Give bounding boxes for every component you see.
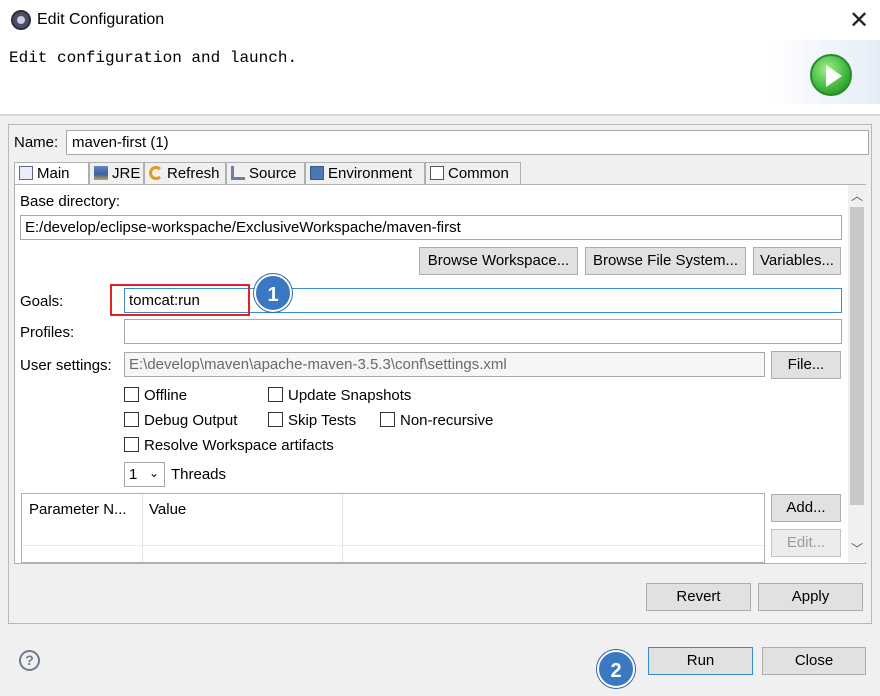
threads-label: Threads	[171, 466, 227, 483]
scroll-up-icon[interactable]: ︿	[848, 187, 866, 205]
common-icon	[430, 166, 444, 180]
debug-output-checkbox-label: Debug Output	[144, 412, 238, 429]
offline-checkbox-box[interactable]	[124, 387, 139, 402]
tab-environment-label: Environment	[328, 165, 413, 182]
browse-workspace-button[interactable]: Browse Workspace...	[419, 247, 578, 275]
parameters-table[interactable]: Parameter N... Value	[21, 493, 765, 563]
tab-source-label: Source	[249, 165, 297, 182]
debug-output-checkbox[interactable]: Debug Output	[124, 412, 237, 432]
table-row[interactable]	[22, 545, 764, 546]
revert-button[interactable]: Revert	[646, 583, 751, 611]
update-snapshots-checkbox-label: Update Snapshots	[288, 387, 412, 404]
tab-jre-label: JRE	[112, 165, 141, 182]
close-window-button[interactable]: ✕	[844, 5, 874, 35]
jre-icon	[94, 166, 108, 180]
refresh-icon	[149, 166, 163, 180]
skip-tests-checkbox-label: Skip Tests	[288, 412, 357, 429]
main-tab-icon	[19, 166, 33, 180]
parameter-name-header[interactable]: Parameter N...	[29, 501, 127, 518]
run-button[interactable]: Run	[648, 647, 753, 675]
window-title: Edit Configuration	[37, 11, 165, 28]
source-icon	[231, 166, 245, 180]
user-settings-label: User settings:	[20, 357, 112, 374]
file-button[interactable]: File...	[771, 351, 841, 379]
user-settings-input[interactable]: E:\develop\maven\apache-maven-3.5.3\conf…	[124, 352, 765, 377]
non-recursive-checkbox-label: Non-recursive	[400, 412, 494, 429]
add-parameter-button[interactable]: Add...	[771, 494, 841, 522]
vertical-scrollbar[interactable]: ︿ ﹀	[848, 185, 866, 562]
update-snapshots-checkbox[interactable]: Update Snapshots	[268, 387, 411, 407]
tab-source[interactable]: Source	[226, 162, 305, 184]
tab-refresh[interactable]: Refresh	[144, 162, 226, 184]
annotation-badge-2: 2	[597, 650, 635, 688]
variables-button[interactable]: Variables...	[753, 247, 841, 275]
goals-highlight-box	[110, 284, 250, 316]
tab-main-label: Main	[37, 165, 70, 182]
value-header[interactable]: Value	[149, 501, 186, 518]
offline-checkbox[interactable]: Offline	[124, 387, 187, 407]
eclipse-gear-icon	[11, 10, 31, 30]
profiles-label: Profiles:	[20, 324, 75, 341]
non-recursive-checkbox-box[interactable]	[380, 412, 395, 427]
profiles-input[interactable]	[124, 319, 842, 344]
close-button[interactable]: Close	[762, 647, 866, 675]
skip-tests-checkbox-box[interactable]	[268, 412, 283, 427]
name-label: Name:	[14, 134, 59, 151]
tab-refresh-label: Refresh	[167, 165, 220, 182]
tab-jre[interactable]: JRE	[89, 162, 144, 184]
offline-checkbox-label: Offline	[144, 387, 188, 404]
browse-file-system-button[interactable]: Browse File System...	[585, 247, 746, 275]
base-directory-label: Base directory:	[20, 193, 121, 210]
help-icon[interactable]: ?	[19, 650, 40, 671]
debug-output-checkbox-box[interactable]	[124, 412, 139, 427]
name-input[interactable]: maven-first (1)	[66, 130, 869, 155]
resolve-workspace-checkbox[interactable]: Resolve Workspace artifacts	[124, 437, 334, 457]
tab-common-label: Common	[448, 165, 509, 182]
banner-message: Edit configuration and launch.	[9, 49, 298, 67]
base-directory-input[interactable]: E:/develop/eclipse-workspache/ExclusiveW…	[20, 215, 842, 240]
run-launch-icon	[810, 54, 852, 96]
scrollbar-thumb[interactable]	[850, 207, 864, 505]
tab-environment[interactable]: Environment	[305, 162, 425, 184]
edit-parameter-button[interactable]: Edit...	[771, 529, 841, 557]
chevron-down-icon: ⌄	[148, 466, 159, 480]
resolve-workspace-checkbox-box[interactable]	[124, 437, 139, 452]
threads-select[interactable]: 1 ⌄	[124, 462, 165, 487]
non-recursive-checkbox[interactable]: Non-recursive	[380, 412, 493, 432]
goals-label: Goals:	[20, 293, 64, 310]
annotation-badge-1: 1	[254, 274, 292, 312]
resolve-workspace-checkbox-label: Resolve Workspace artifacts	[144, 437, 334, 454]
update-snapshots-checkbox-box[interactable]	[268, 387, 283, 402]
apply-button[interactable]: Apply	[758, 583, 863, 611]
tab-main[interactable]: Main	[14, 162, 89, 186]
scroll-down-icon[interactable]: ﹀	[848, 540, 866, 558]
tab-common[interactable]: Common	[425, 162, 521, 184]
skip-tests-checkbox[interactable]: Skip Tests	[268, 412, 356, 432]
threads-select-value: 1	[129, 466, 138, 483]
environment-icon	[310, 166, 324, 180]
title-bar: Edit Configuration ✕	[0, 0, 880, 40]
